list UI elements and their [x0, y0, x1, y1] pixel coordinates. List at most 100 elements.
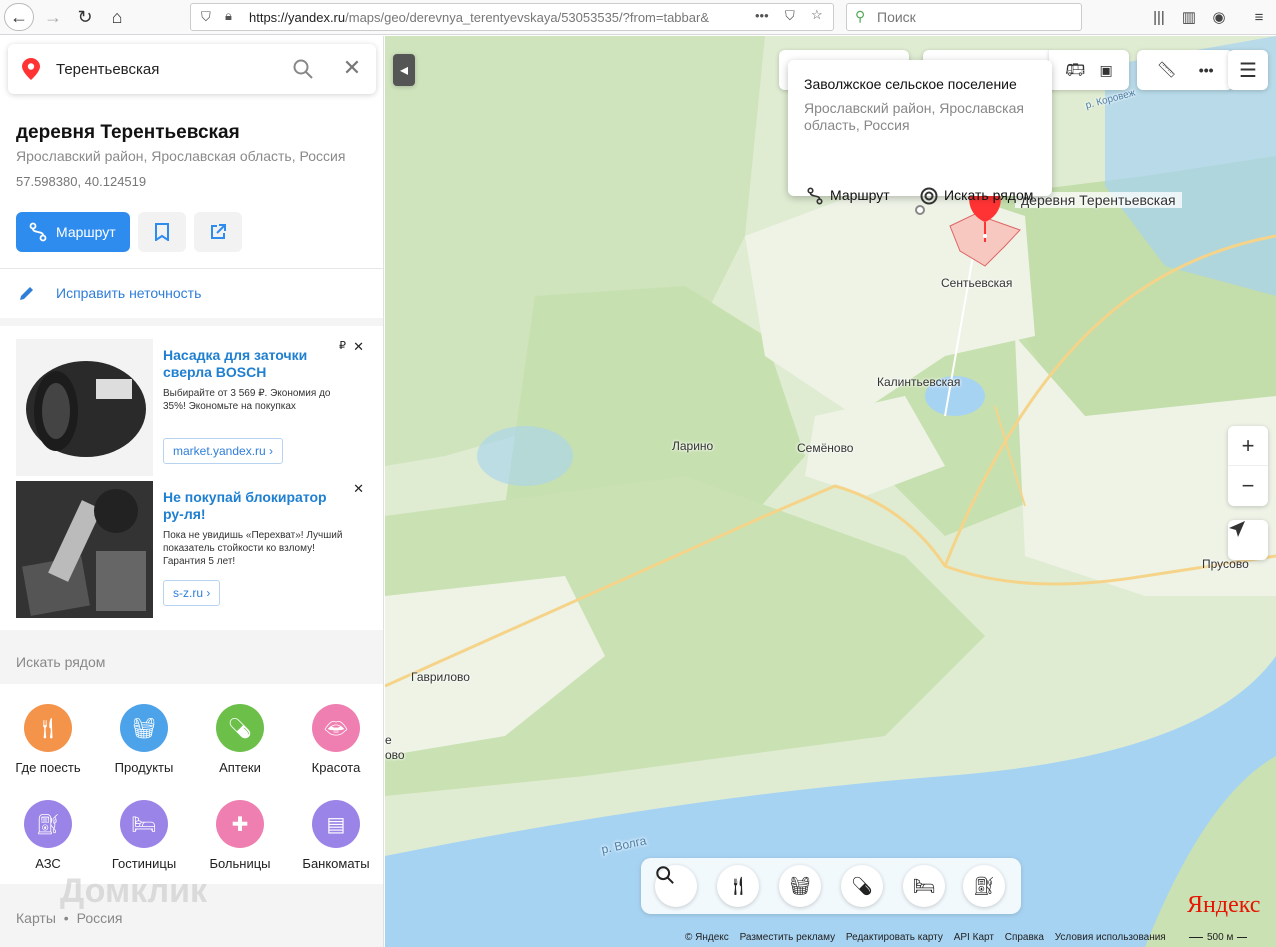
- fuel-icon[interactable]: ⛽︎: [963, 865, 1005, 907]
- back-icon[interactable]: ←: [4, 3, 34, 31]
- breadcrumb-maps[interactable]: Карты: [16, 910, 56, 926]
- ad-card[interactable]: Насадка для заточки сверла BOSCH Выбирай…: [16, 339, 370, 476]
- search-input[interactable]: [56, 56, 276, 82]
- category-gas-station[interactable]: ⛽︎ АЗС: [0, 800, 96, 871]
- page-title: деревня Терентьевская: [16, 122, 240, 143]
- ad-link-button[interactable]: s-z.ru ›: [163, 580, 221, 606]
- footer-link-api[interactable]: API Карт: [954, 932, 994, 943]
- url-bar[interactable]: ⛉ 🔒︎ https://yandex.ru/maps/geo/derevnya…: [190, 3, 834, 31]
- footer-copyright[interactable]: © Яндекс: [685, 932, 729, 943]
- category-beauty[interactable]: 👄︎ Красота: [288, 704, 383, 775]
- category-label: Красота: [311, 760, 361, 775]
- ad-title[interactable]: Насадка для заточки сверла BOSCH: [163, 347, 333, 381]
- breadcrumb-separator: •: [63, 910, 69, 926]
- zoom-in-button[interactable]: +: [1228, 426, 1268, 466]
- map-scale: 500 м: [1189, 932, 1248, 943]
- footer-link-help[interactable]: Справка: [1005, 932, 1044, 943]
- route-icon: [29, 222, 47, 242]
- atm-icon: ▤: [312, 800, 360, 848]
- category-atm[interactable]: ▤ Банкоматы: [288, 800, 383, 871]
- more-icon[interactable]: •••: [1199, 62, 1214, 78]
- sidebar: ✕ деревня Терентьевская Ярославский райо…: [0, 36, 384, 947]
- yandex-logo[interactable]: Яндекс: [1187, 892, 1260, 919]
- ruler-icon[interactable]: 📏︎: [1156, 60, 1176, 80]
- route-button[interactable]: Маршрут: [16, 212, 130, 252]
- ad-title[interactable]: Не покупай блокиратор ру-ля!: [163, 489, 333, 523]
- footer-link-ads[interactable]: Разместить рекламу: [740, 932, 836, 943]
- map-label: ово: [385, 748, 405, 762]
- url-path: /maps/geo/derevnya_terentyevskaya/530535…: [345, 9, 709, 25]
- category-pharmacy[interactable]: 💊︎ Аптеки: [192, 704, 288, 775]
- popup-route-button[interactable]: Маршрут: [806, 187, 890, 205]
- footer-link-terms[interactable]: Условия использования: [1055, 932, 1166, 943]
- library-icon[interactable]: |||: [1148, 6, 1170, 28]
- popup-title: Заволжское сельское поселение: [804, 76, 1017, 92]
- collapse-sidebar-button[interactable]: ◂: [393, 54, 415, 86]
- fix-inaccuracy-label: Исправить неточность: [56, 285, 202, 301]
- bookmark-button[interactable]: [138, 212, 186, 252]
- ad-image[interactable]: [16, 481, 153, 618]
- url-domain: https://yandex.ru: [249, 9, 346, 25]
- bookmark-star-icon[interactable]: ☆: [811, 7, 823, 23]
- ad-image[interactable]: [16, 339, 153, 476]
- pencil-icon: [20, 287, 33, 300]
- breadcrumb-russia[interactable]: Россия: [77, 910, 123, 926]
- menu-icon[interactable]: ≡: [1248, 6, 1270, 28]
- category-label: Аптеки: [219, 760, 261, 775]
- shield-icon[interactable]: ⛉: [201, 9, 211, 25]
- category-food[interactable]: 🍴︎ Где поесть: [0, 704, 96, 775]
- my-location-button[interactable]: [1228, 520, 1268, 560]
- fork-knife-icon[interactable]: 🍴︎: [717, 865, 759, 907]
- place-address: Ярославский район, Ярославская область, …: [16, 148, 346, 164]
- reload-icon[interactable]: ↻: [70, 3, 100, 31]
- share-button[interactable]: [194, 212, 242, 252]
- account-icon[interactable]: ◉: [1208, 6, 1230, 28]
- search-placeholder: Поиск: [877, 9, 916, 25]
- map-label: Калинтьевская: [877, 375, 961, 389]
- transport-controls: 🚌︎ ▣: [1049, 50, 1129, 90]
- more-icon[interactable]: •••: [755, 8, 769, 23]
- share-icon: [211, 224, 226, 239]
- forward-icon[interactable]: →: [38, 3, 68, 31]
- layers-icon[interactable]: ▣: [1100, 62, 1113, 79]
- hamburger-menu-icon[interactable]: ☰: [1228, 50, 1268, 90]
- breadcrumb: Карты • Россия: [16, 910, 123, 926]
- popup-nearby-button[interactable]: Искать рядом: [920, 187, 1033, 205]
- bed-icon[interactable]: 🛏︎: [903, 865, 945, 907]
- sidebar-icon[interactable]: ▥: [1178, 6, 1200, 28]
- zoom-control: + −: [1228, 426, 1268, 506]
- close-icon[interactable]: ✕: [340, 56, 364, 80]
- basket-icon[interactable]: 🧺︎: [779, 865, 821, 907]
- fix-inaccuracy-link[interactable]: Исправить неточность: [16, 282, 201, 304]
- pocket-icon[interactable]: ⛉: [785, 8, 795, 24]
- ad-link-button[interactable]: market.yandex.ru ›: [163, 438, 284, 464]
- category-groceries[interactable]: 🧺︎ Продукты: [96, 704, 192, 775]
- navigation-arrow-icon: [1229, 521, 1245, 537]
- pill-icon[interactable]: 💊︎: [841, 865, 883, 907]
- place-coordinates[interactable]: 57.598380, 40.124519: [16, 174, 146, 189]
- route-icon: [807, 187, 823, 205]
- map-label: е: [385, 733, 392, 747]
- bus-icon[interactable]: 🚌︎: [1065, 60, 1085, 80]
- category-hotels[interactable]: 🛏︎ Гостиницы: [96, 800, 192, 871]
- ad-description: Пока не увидишь «Перехват»! Лучший показ…: [163, 530, 343, 567]
- browser-search-field[interactable]: ⚲ Поиск: [846, 3, 1082, 31]
- map-footer: © Яндекс Разместить рекламу Редактироват…: [685, 932, 1174, 943]
- category-label: Где поесть: [15, 760, 81, 775]
- search-box: ✕: [8, 44, 376, 94]
- category-hospitals[interactable]: ✚ Больницы: [192, 800, 288, 871]
- zoom-out-button[interactable]: −: [1228, 466, 1268, 506]
- fork-knife-icon: 🍴︎: [24, 704, 72, 752]
- home-icon[interactable]: ⌂: [102, 3, 132, 31]
- basket-icon: 🧺︎: [120, 704, 168, 752]
- browser-toolbar: ← → ↻ ⌂ ⛉ 🔒︎ https://yandex.ru/maps/geo/…: [0, 0, 1276, 35]
- popup-route-label: Маршрут: [830, 187, 890, 203]
- map-label: Семёново: [797, 441, 854, 455]
- ad-close-icon[interactable]: ✕: [353, 481, 364, 497]
- ad-close-icon[interactable]: ✕: [353, 339, 364, 355]
- map-canvas[interactable]: Сентьевская Калинтьевская Ларино Семёнов…: [385, 36, 1276, 947]
- search-icon[interactable]: [292, 58, 314, 80]
- footer-link-edit[interactable]: Редактировать карту: [846, 932, 943, 943]
- ad-card[interactable]: Не покупай блокиратор ру-ля! Пока не уви…: [16, 481, 370, 618]
- search-icon[interactable]: [655, 865, 697, 907]
